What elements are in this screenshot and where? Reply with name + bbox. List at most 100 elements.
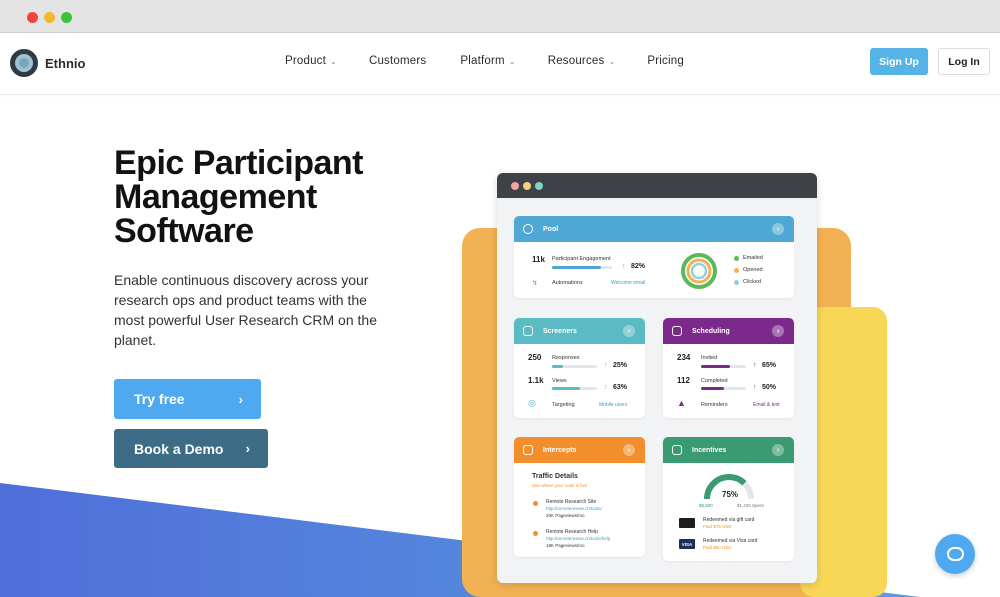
chevron-down-icon: ⌄ [608, 56, 616, 66]
app-window-bar [497, 173, 817, 198]
site-name: Remote Research Site [546, 499, 597, 505]
legend-opened: Opened [743, 267, 763, 273]
window-dot-icon [511, 182, 519, 190]
chevron-right-icon[interactable]: › [772, 223, 784, 235]
incentives-card-header[interactable]: Incentives › [663, 437, 794, 463]
completed-bar [701, 387, 746, 390]
chat-button[interactable] [935, 534, 975, 574]
site-dot-icon [533, 501, 538, 506]
scheduling-card: Scheduling › 234 Invited ↑ 65% 112 Compl… [663, 318, 794, 418]
screeners-icon [523, 326, 533, 336]
calendar-icon [672, 326, 682, 336]
engagement-pct: 82% [631, 263, 646, 270]
chevron-right-icon[interactable]: › [623, 325, 635, 337]
book-demo-button[interactable]: Book a Demo › [114, 429, 268, 468]
invited-count: 234 [677, 353, 691, 362]
responses-pct: 25% [613, 362, 628, 369]
app-preview-window: Pool › 11k Participant Engagement ↑ 82% … [497, 173, 817, 583]
reminders-label: Reminders [701, 402, 728, 408]
brand-name: Ethnio [45, 55, 86, 71]
nav-item-resources[interactable]: Resources ⌄ [548, 55, 616, 67]
arrow-up-icon: ↑ [753, 384, 757, 391]
traffic-details-subheading: See where your code is live [532, 483, 588, 488]
traffic-details-heading: Traffic Details [532, 473, 578, 480]
completed-bar-fill [701, 387, 724, 390]
responses-count: 250 [528, 353, 542, 362]
intercepts-card-header[interactable]: Intercepts › [514, 437, 645, 463]
nav-item-label: Customers [368, 55, 427, 67]
nav-item-platform[interactable]: Platform ⌄ [460, 55, 515, 67]
browser-chrome [0, 0, 1000, 33]
maximize-window-icon[interactable] [61, 12, 72, 23]
close-window-icon[interactable] [27, 12, 38, 23]
pool-card: Pool › 11k Participant Engagement ↑ 82% … [514, 216, 794, 298]
responses-bar-fill [552, 365, 564, 368]
site-dot-icon [533, 531, 538, 536]
invited-bar [701, 365, 746, 368]
chevron-right-icon[interactable]: › [772, 444, 784, 456]
engagement-label: Participant Engagement [552, 256, 611, 262]
incentives-title: Incentives [692, 446, 727, 454]
redeemed-visa-label: Redeemed via Visa card [703, 538, 758, 544]
chat-bubble-icon [946, 547, 964, 561]
minimize-window-icon[interactable] [44, 12, 55, 23]
chevron-right-icon[interactable]: › [623, 444, 635, 456]
views-label: Views [552, 378, 567, 384]
title-line: Software [114, 212, 254, 250]
chevron-right-icon: › [245, 441, 250, 456]
invited-pct: 65% [762, 362, 777, 369]
legend-dot-icon [734, 280, 739, 285]
site-views: 20K Pageviews/mo [546, 513, 585, 518]
arrow-up-icon: ↑ [753, 362, 757, 369]
automations-link[interactable]: Welcome email [611, 280, 645, 286]
targeting-link[interactable]: Mobile users [599, 402, 627, 408]
brand-logo[interactable]: Ethnio [10, 49, 85, 77]
engagement-bar-fill [552, 266, 602, 269]
targeting-label: Targeting [552, 402, 575, 408]
ethnio-logo-icon [10, 49, 38, 77]
completed-label: Completed [701, 378, 728, 384]
nav-item-product[interactable]: Product ⌄ [285, 55, 337, 67]
top-navigation: Ethnio Product ⌄ Customers Platform ⌄ Reso… [0, 33, 1000, 95]
bell-icon: ▲ [677, 398, 686, 408]
scheduling-card-header[interactable]: Scheduling › [663, 318, 794, 344]
views-count: 1.1k [528, 376, 544, 385]
log-in-button[interactable]: Log In [938, 48, 990, 75]
legend-emailed: Emailed [743, 255, 763, 261]
redeemed-visa-amount: Paid $50 USD [703, 545, 732, 550]
screeners-card-header[interactable]: Screeners › [514, 318, 645, 344]
hero-subtitle: Enable continuous discovery across your … [114, 272, 377, 348]
pool-icon [523, 224, 533, 234]
site-url[interactable]: http://remoteresear.ch/tools/help [546, 536, 610, 541]
pool-card-header[interactable]: Pool › [514, 216, 794, 242]
sign-up-button[interactable]: Sign Up [870, 48, 928, 75]
arrow-up-icon: ↑ [604, 384, 608, 391]
reminders-link[interactable]: Email & text [753, 402, 780, 408]
gauge-pct: 75% [722, 490, 739, 499]
chevron-right-icon: › [238, 391, 243, 407]
automations-label: Automations [552, 280, 583, 286]
invited-label: Invited [701, 355, 718, 361]
chevron-down-icon: ⌄ [330, 56, 337, 66]
try-free-button[interactable]: Try free › [114, 379, 261, 419]
legend-clicked: Clicked [743, 279, 762, 285]
arrow-up-icon: ↑ [622, 263, 626, 270]
nav-item-pricing[interactable]: Pricing [647, 55, 684, 67]
gauge-spent: $1,425 Spent [737, 503, 764, 508]
nav-item-customers[interactable]: Customers [369, 55, 426, 67]
window-dot-icon [523, 182, 531, 190]
engagement-bar [552, 266, 612, 269]
arrow-up-icon: ↑ [604, 362, 608, 369]
gift-card-icon [679, 518, 695, 528]
screeners-card: Screeners › 250 Responses ↑ 25% 1.1k Vie… [514, 318, 645, 418]
site-views: 18K Pageviews/mo [546, 543, 585, 548]
site-url[interactable]: http://remoteresear.ch/tools/ [546, 506, 602, 511]
completed-pct: 50% [762, 384, 777, 391]
nav-item-label: Pricing [647, 55, 684, 67]
chevron-down-icon: ⌄ [508, 56, 516, 66]
window-dot-icon [535, 182, 543, 190]
completed-count: 112 [677, 376, 690, 385]
site-name: Remote Research Help [546, 529, 598, 535]
chevron-right-icon[interactable]: › [772, 325, 784, 337]
views-bar [552, 387, 597, 390]
